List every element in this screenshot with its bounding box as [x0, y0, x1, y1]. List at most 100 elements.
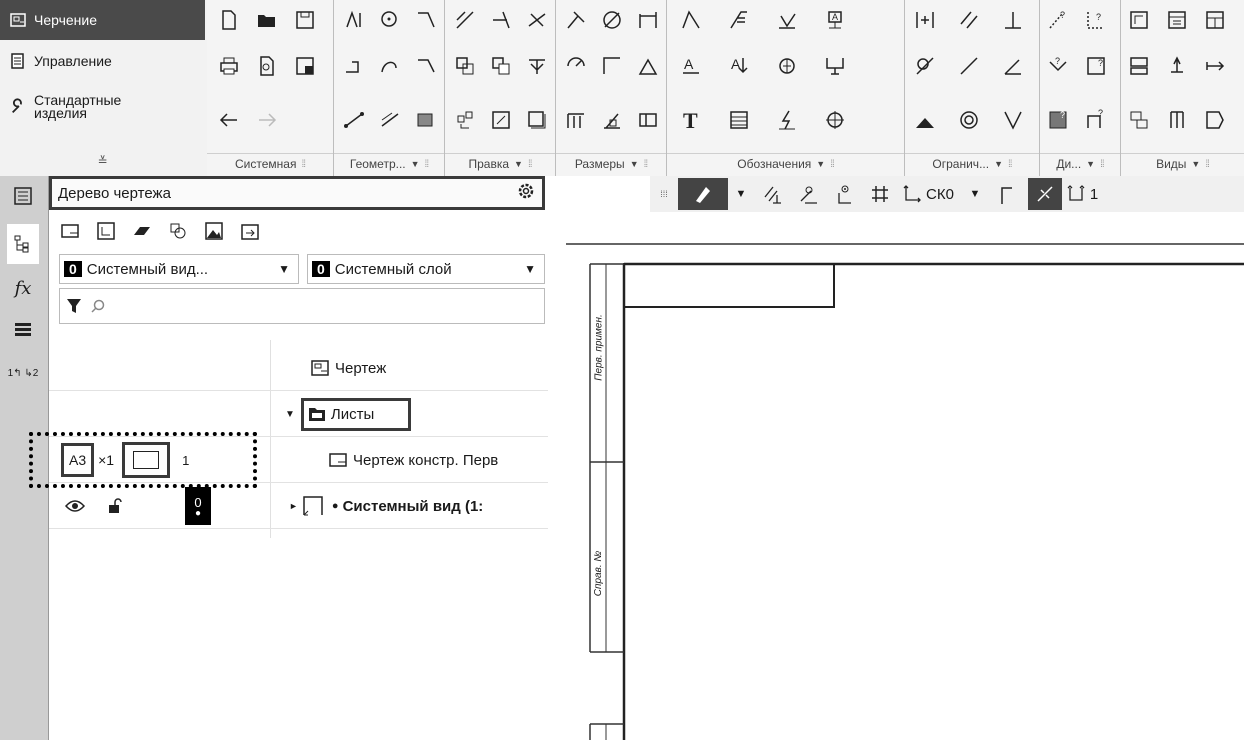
gear-icon[interactable]: [516, 181, 536, 205]
structure-view-icon[interactable]: [95, 220, 117, 242]
check-constraints-icon[interactable]: ?: [1044, 52, 1072, 80]
undo-icon[interactable]: [215, 106, 243, 134]
step-field[interactable]: 1: [1062, 178, 1102, 210]
auto-line-icon[interactable]: [340, 6, 368, 34]
properties-tab-icon[interactable]: [7, 180, 39, 212]
drawing-canvas[interactable]: Перв. примен. Справ. №: [548, 212, 1244, 740]
section-view-icon[interactable]: [1163, 106, 1191, 134]
angle-constraint-icon[interactable]: [999, 52, 1027, 80]
move-icon[interactable]: [451, 52, 479, 80]
eye-icon[interactable]: [65, 499, 85, 513]
step-cursor-icon[interactable]: [992, 178, 1022, 210]
save-icon[interactable]: [291, 6, 319, 34]
roughness-icon[interactable]: [677, 6, 705, 34]
collapse-panel-button[interactable]: ≚: [0, 150, 205, 172]
angle-dimension-icon[interactable]: [634, 52, 662, 80]
rotate-icon[interactable]: [451, 106, 479, 134]
auto-dimension-icon[interactable]: [562, 6, 590, 34]
image-icon[interactable]: [203, 220, 225, 242]
local-snap-icon[interactable]: [790, 178, 826, 210]
fix-point-icon[interactable]: [911, 6, 939, 34]
degrees-of-freedom-icon[interactable]: ?: [1044, 6, 1072, 34]
dropdown-arrow-icon[interactable]: ▼: [816, 159, 825, 169]
show-constraints-icon[interactable]: ?: [1082, 52, 1110, 80]
local-view-icon[interactable]: [1125, 52, 1153, 80]
leader-text-icon[interactable]: A: [677, 52, 705, 80]
merge-points-icon[interactable]: [999, 106, 1027, 134]
preview-icon[interactable]: [253, 52, 281, 80]
hatch-check-icon[interactable]: ?: [1044, 106, 1072, 134]
circle-icon[interactable]: [376, 6, 404, 34]
scale-icon[interactable]: [487, 106, 515, 134]
symmetry-icon[interactable]: [911, 106, 939, 134]
app-item-standard-parts[interactable]: Стандартные изделия: [0, 84, 205, 130]
overconstrained-icon[interactable]: ?: [1082, 6, 1110, 34]
base-surface-icon[interactable]: A: [821, 6, 849, 34]
chevron-down-icon[interactable]: ▼: [958, 178, 992, 210]
chevron-down-icon[interactable]: ▼: [728, 178, 754, 210]
grid-icon[interactable]: [862, 178, 898, 210]
layer-select[interactable]: 0 Системный слой ▼: [307, 254, 545, 284]
rectangle-icon[interactable]: [340, 52, 368, 80]
objects-icon[interactable]: [167, 220, 189, 242]
layer-icon[interactable]: [131, 220, 153, 242]
break-dimension-icon[interactable]: [634, 106, 662, 134]
search-input[interactable]: [112, 297, 544, 315]
polyline-icon[interactable]: [412, 52, 440, 80]
baseline-dimension-icon[interactable]: [562, 106, 590, 134]
linear-dimension-icon[interactable]: [634, 6, 662, 34]
dropdown-arrow-icon[interactable]: ▼: [630, 159, 639, 169]
tree-row-system-view[interactable]: 0 ● ► ● Системный вид (1:: [49, 484, 549, 529]
arrow-view-icon[interactable]: [1163, 52, 1191, 80]
hatch-icon[interactable]: [412, 106, 440, 134]
break-view-icon[interactable]: [1201, 52, 1229, 80]
variables-tab-icon[interactable]: fx: [7, 272, 39, 304]
create-view-icon[interactable]: [1125, 6, 1153, 34]
redo-icon[interactable]: [253, 106, 281, 134]
electric-mark-icon[interactable]: [773, 106, 801, 134]
layers-tab-icon[interactable]: [7, 314, 39, 346]
diameter-icon[interactable]: [598, 6, 626, 34]
new-document-icon[interactable]: [215, 6, 243, 34]
round-coords-icon[interactable]: [1027, 178, 1062, 210]
center-mark-icon[interactable]: [821, 106, 849, 134]
save-as-icon[interactable]: [291, 52, 319, 80]
detail-view-icon[interactable]: [1201, 106, 1229, 134]
table-icon[interactable]: [725, 106, 753, 134]
show-constraints-toggle-icon[interactable]: [826, 178, 862, 210]
dropdown-arrow-icon[interactable]: ▼: [1086, 159, 1095, 169]
parallel-icon[interactable]: [955, 6, 983, 34]
order-tab-icon[interactable]: 1↰ ↳2: [7, 358, 39, 390]
tree-row-drawing[interactable]: Чертеж: [49, 346, 549, 391]
spline-icon[interactable]: [376, 52, 404, 80]
text-icon[interactable]: T: [677, 106, 705, 134]
tangent-icon[interactable]: [911, 52, 939, 80]
associative-view-icon[interactable]: [1125, 106, 1153, 134]
deform-icon[interactable]: [523, 106, 551, 134]
arc-icon[interactable]: [412, 6, 440, 34]
sheet-view-icon[interactable]: [59, 220, 81, 242]
projection-view-icon[interactable]: [1201, 6, 1229, 34]
print-icon[interactable]: [215, 52, 243, 80]
dropdown-arrow-icon[interactable]: ▼: [514, 159, 523, 169]
dropdown-arrow-icon[interactable]: ▼: [994, 159, 1003, 169]
trim-icon[interactable]: [451, 6, 479, 34]
view-arrow-icon[interactable]: A: [725, 52, 753, 80]
position-mark-icon[interactable]: [773, 52, 801, 80]
dropdown-arrow-icon[interactable]: ▼: [411, 159, 420, 169]
snap-magnet-icon[interactable]: [678, 178, 728, 210]
tree-tab-icon[interactable]: [7, 224, 39, 264]
extend-icon[interactable]: [487, 6, 515, 34]
ortho-icon[interactable]: [754, 178, 790, 210]
collinear-icon[interactable]: [955, 52, 983, 80]
arc-length-icon[interactable]: [598, 106, 626, 134]
insert-fragment-icon[interactable]: [239, 220, 261, 242]
copy-icon[interactable]: [487, 52, 515, 80]
app-item-drawing[interactable]: Черчение: [0, 0, 205, 40]
tolerance-icon[interactable]: [773, 6, 801, 34]
segment-icon[interactable]: [340, 106, 368, 134]
expand-arrow-icon[interactable]: ►: [289, 501, 298, 511]
perpendicular-icon[interactable]: [999, 6, 1027, 34]
radius-icon[interactable]: [562, 52, 590, 80]
dropdown-arrow-icon[interactable]: ▼: [1191, 159, 1200, 169]
